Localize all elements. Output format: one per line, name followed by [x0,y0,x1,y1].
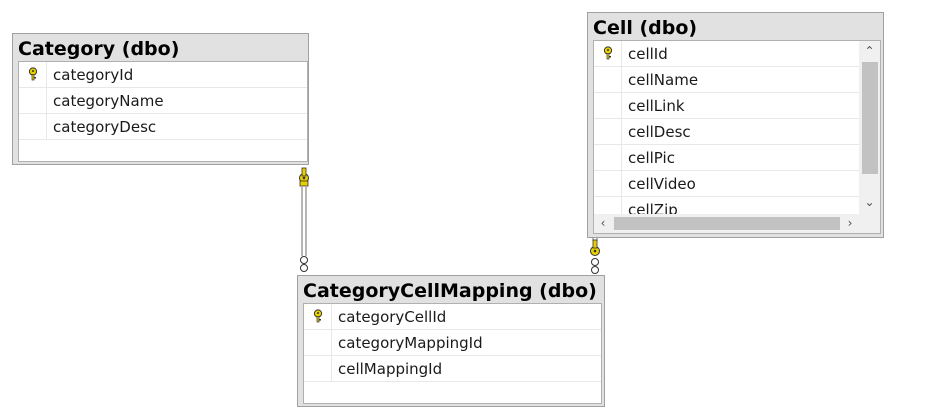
chevron-right-icon[interactable]: › [843,216,857,230]
row-selector[interactable] [304,304,332,329]
primary-key-icon [603,46,613,60]
column-name: cellName [628,71,699,89]
row-selector[interactable] [594,119,622,144]
infinity-endpoint-icon [300,256,308,272]
chevron-up-icon[interactable]: ⌃ [859,44,880,58]
column-row[interactable]: categoryMappingId [304,330,601,356]
row-selector[interactable] [19,88,47,113]
infinity-endpoint-icon [591,258,599,274]
column-row[interactable]: cellVideo [594,171,859,197]
horizontal-scrollbar[interactable]: ‹ › [594,214,859,233]
column-row[interactable]: cellDesc [594,119,859,145]
table-title[interactable]: Category (dbo) [18,37,179,61]
relationship-category-mapping[interactable] [299,167,309,272]
column-name: cellId [628,45,668,63]
row-selector[interactable] [594,145,622,170]
column-row[interactable]: categoryId [19,62,307,88]
column-name: categoryCellId [338,308,447,326]
column-row[interactable]: cellLink [594,93,859,119]
key-endpoint-icon [299,167,309,187]
relationship-cell-mapping[interactable] [590,237,600,274]
key-endpoint-icon [590,239,600,256]
column-name: cellVideo [628,175,696,193]
column-name: cellDesc [628,123,691,141]
column-row[interactable]: cellName [594,67,859,93]
column-name: cellMappingId [338,360,443,378]
column-row[interactable]: cellMappingId [304,356,601,382]
primary-key-icon [28,67,38,81]
column-list: cellId cellName cellLink cellDesc cellPi… [593,40,881,234]
column-row[interactable]: cellPic [594,145,859,171]
column-row[interactable]: cellId [594,41,859,67]
column-name: cellPic [628,149,675,167]
table-cell[interactable]: Cell (dbo) cellId cellName cellLink cell… [587,12,884,238]
row-selector[interactable] [594,41,622,66]
table-category[interactable]: Category (dbo) categoryId categoryName c… [12,33,309,165]
table-category-cell-mapping[interactable]: CategoryCellMapping (dbo) categoryCellId… [297,275,605,407]
scrollbar-corner [859,214,880,233]
chevron-down-icon[interactable]: ⌄ [859,195,880,209]
row-selector[interactable] [594,93,622,118]
horizontal-scroll-thumb[interactable] [614,217,840,230]
column-name: categoryName [53,92,164,110]
row-selector[interactable] [594,67,622,92]
row-selector[interactable] [594,171,622,196]
table-title[interactable]: Cell (dbo) [593,16,697,40]
column-name: categoryDesc [53,118,157,136]
column-name: cellLink [628,97,685,115]
row-selector[interactable] [19,140,47,161]
vertical-scrollbar[interactable]: ⌃ ⌄ [859,41,880,214]
chevron-left-icon[interactable]: ‹ [596,216,610,230]
table-title[interactable]: CategoryCellMapping (dbo) [303,279,597,303]
column-name: categoryId [53,66,134,84]
row-selector[interactable] [19,62,47,87]
column-list: categoryId categoryName categoryDesc [18,61,308,162]
empty-column-row[interactable] [19,140,307,161]
primary-key-icon [313,309,323,323]
diagram-canvas: Category (dbo) categoryId categoryName c… [0,0,936,411]
vertical-scroll-thumb[interactable] [862,62,878,174]
column-row[interactable]: categoryName [19,88,307,114]
row-selector[interactable] [304,330,332,355]
column-row[interactable]: categoryCellId [304,304,601,330]
column-name: categoryMappingId [338,334,483,352]
empty-column-row[interactable] [304,382,601,403]
row-selector[interactable] [304,382,332,403]
row-selector[interactable] [304,356,332,381]
row-selector[interactable] [19,114,47,139]
column-list: categoryCellId categoryMappingId cellMap… [303,303,602,404]
column-row[interactable]: categoryDesc [19,114,307,140]
